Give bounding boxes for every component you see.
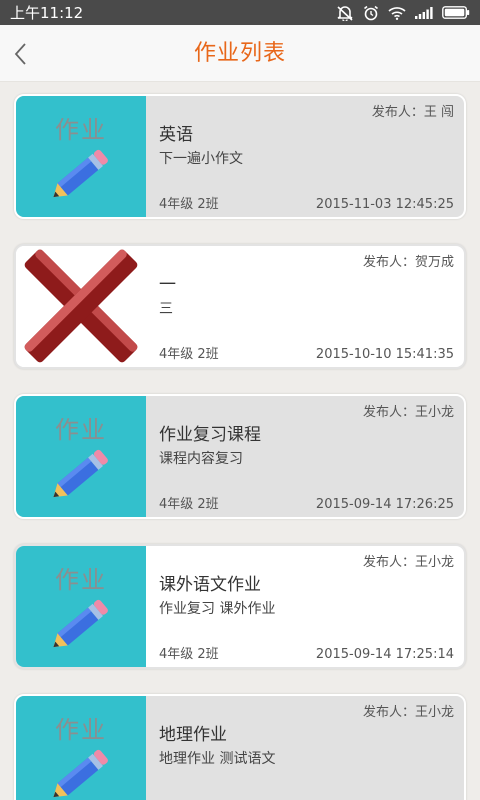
item-grade: 4年级 2班 — [159, 647, 219, 662]
item-description: 地理作业 测试语文 — [159, 751, 276, 767]
item-grade: 4年级 2班 — [159, 347, 219, 362]
item-timestamp: 2015-09-14 17:26:25 — [315, 497, 454, 512]
item-title: 英语 — [159, 125, 193, 145]
item-grade: 4年级 2班 — [159, 497, 219, 512]
item-thumbnail: 作业 — [16, 396, 146, 517]
page-title: 作业列表 — [193, 41, 286, 66]
publisher-label: 发布人：王小龙 — [362, 555, 454, 570]
item-grade: 4年级 2班 — [159, 197, 219, 212]
pencil-icon — [53, 449, 108, 498]
wifi-icon — [388, 6, 406, 20]
list-item[interactable]: 作业 发布人：王小龙 作业复习课程 课程内容复习 4年级 2班 2015-09-… — [14, 394, 466, 519]
item-description: 下一遍小作文 — [159, 151, 243, 167]
item-description: 课程内容复习 — [159, 451, 243, 467]
thumb-label: 作业 — [55, 116, 107, 144]
list-item[interactable]: 作业 发布人：王 闯 英语 下一遍小作文 4年级 2班 2015-11-03 1… — [14, 94, 466, 219]
thumb-label: 作业 — [55, 716, 107, 744]
battery-icon — [442, 6, 470, 19]
signal-icon — [415, 6, 433, 19]
publisher-label: 发布人：王小龙 — [362, 405, 454, 420]
item-title: 地理作业 — [159, 725, 227, 745]
mute-icon — [337, 5, 353, 21]
item-title: 作业复习课程 — [159, 425, 261, 445]
pencil-icon — [53, 599, 108, 648]
item-thumbnail — [16, 246, 146, 367]
app-bar: 作业列表 — [0, 25, 480, 82]
back-button[interactable] — [0, 25, 40, 82]
chevron-left-icon — [14, 42, 26, 65]
item-timestamp: 2015-11-03 12:45:25 — [315, 197, 454, 212]
alarm-icon — [364, 5, 378, 20]
pencil-icon — [53, 149, 108, 198]
thumb-label: 作业 — [55, 566, 107, 594]
list-item[interactable]: 发布人：贺万成 一 三 4年级 2班 2015-10-10 15:41:35 — [14, 244, 466, 369]
list-item[interactable]: 作业 发布人：王小龙 地理作业 地理作业 测试语文 — [14, 694, 466, 800]
homework-list[interactable]: 作业 发布人：王 闯 英语 下一遍小作文 4年级 2班 2015-11-03 1… — [0, 82, 480, 800]
item-description: 三 — [159, 301, 173, 317]
pencil-icon — [53, 749, 108, 798]
publisher-label: 发布人：贺万成 — [362, 255, 454, 270]
status-icons — [336, 0, 470, 25]
item-title: 一 — [159, 275, 176, 295]
item-thumbnail: 作业 — [16, 96, 146, 217]
item-thumbnail: 作业 — [16, 546, 146, 667]
publisher-label: 发布人：王小龙 — [362, 705, 454, 720]
item-description: 作业复习 课外作业 — [159, 601, 276, 617]
thumb-label: 作业 — [55, 416, 107, 444]
item-timestamp: 2015-09-14 17:25:14 — [315, 647, 454, 662]
list-item[interactable]: 作业 发布人：王小龙 课外语文作业 作业复习 课外作业 4年级 2班 2015-… — [14, 544, 466, 669]
item-timestamp: 2015-10-10 15:41:35 — [315, 347, 454, 362]
status-time: 上午11:12 — [10, 4, 84, 22]
publisher-label: 发布人：王 闯 — [371, 105, 454, 120]
status-bar: 上午11:12 — [0, 0, 480, 25]
item-title: 课外语文作业 — [159, 575, 261, 595]
item-thumbnail: 作业 — [16, 696, 146, 800]
red-cross-icon — [24, 249, 138, 363]
